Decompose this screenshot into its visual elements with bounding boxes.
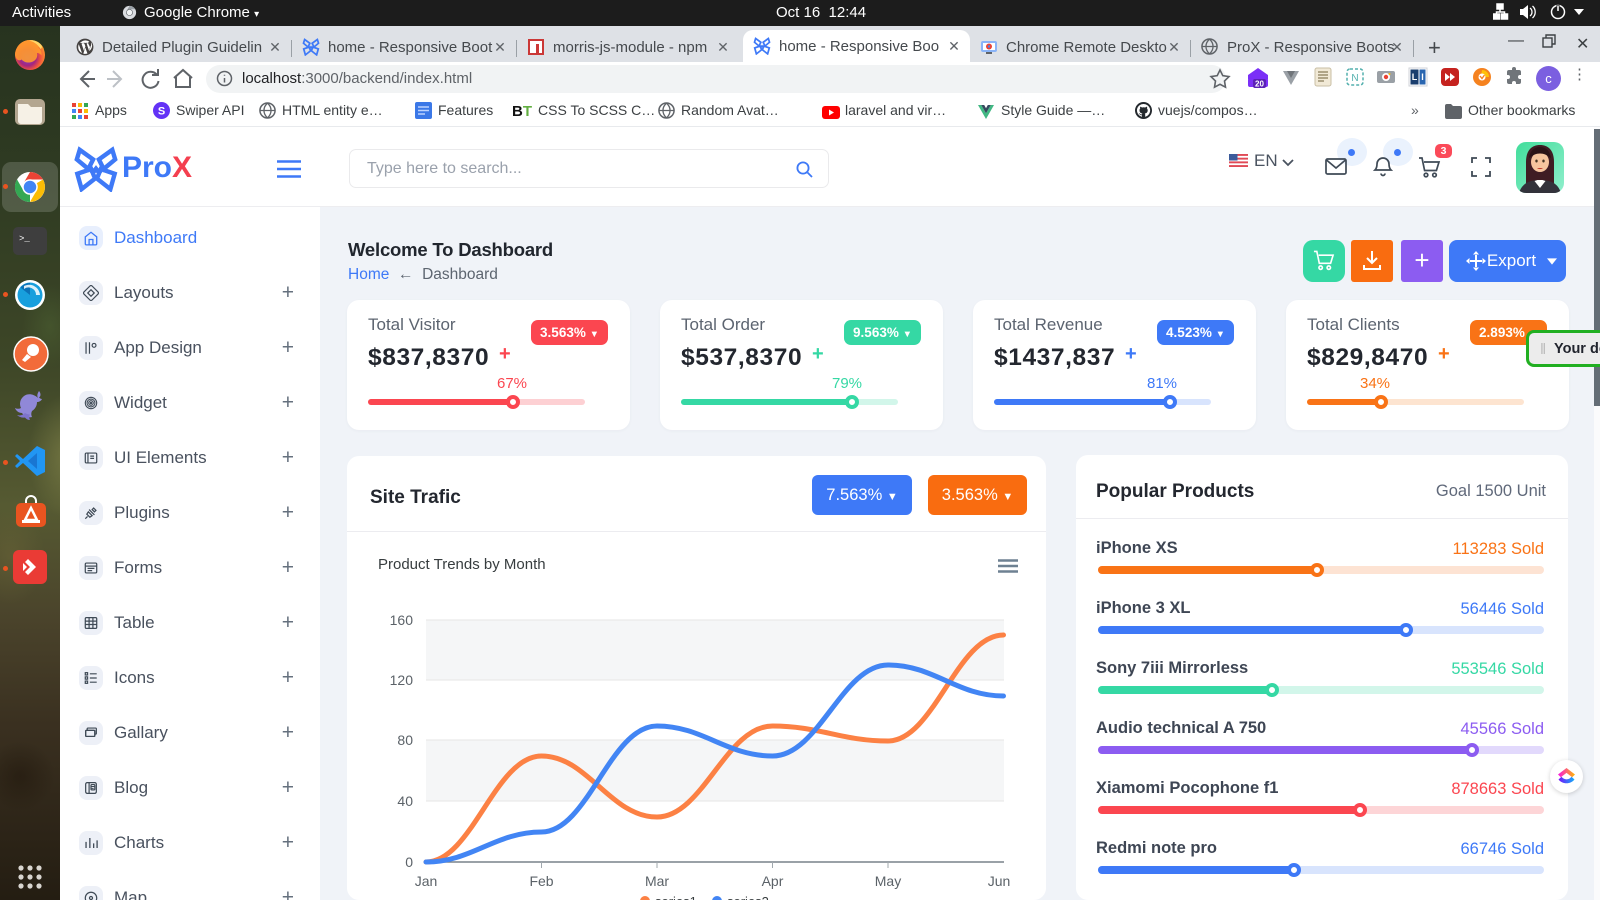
svg-text:80: 80 [397,732,413,748]
svg-text:Feb: Feb [529,873,553,889]
svg-text:N: N [1351,73,1358,84]
svg-text:Jan: Jan [415,873,438,889]
svg-text:L: L [1412,72,1418,82]
svg-text:0: 0 [405,854,413,870]
svg-text:20: 20 [1255,80,1264,89]
svg-text:series2: series2 [727,894,769,900]
svg-text:May: May [875,873,901,889]
svg-text:I: I [1421,72,1424,82]
svg-text:>_: >_ [19,234,30,244]
svg-text:Apr: Apr [762,873,784,889]
svg-text:40: 40 [397,793,413,809]
svg-text:Mar: Mar [645,873,669,889]
svg-text:S: S [158,106,165,118]
svg-text:Jun: Jun [988,873,1011,889]
svg-text:160: 160 [390,612,414,628]
svg-text:120: 120 [390,672,414,688]
svg-text:series1: series1 [655,894,697,900]
